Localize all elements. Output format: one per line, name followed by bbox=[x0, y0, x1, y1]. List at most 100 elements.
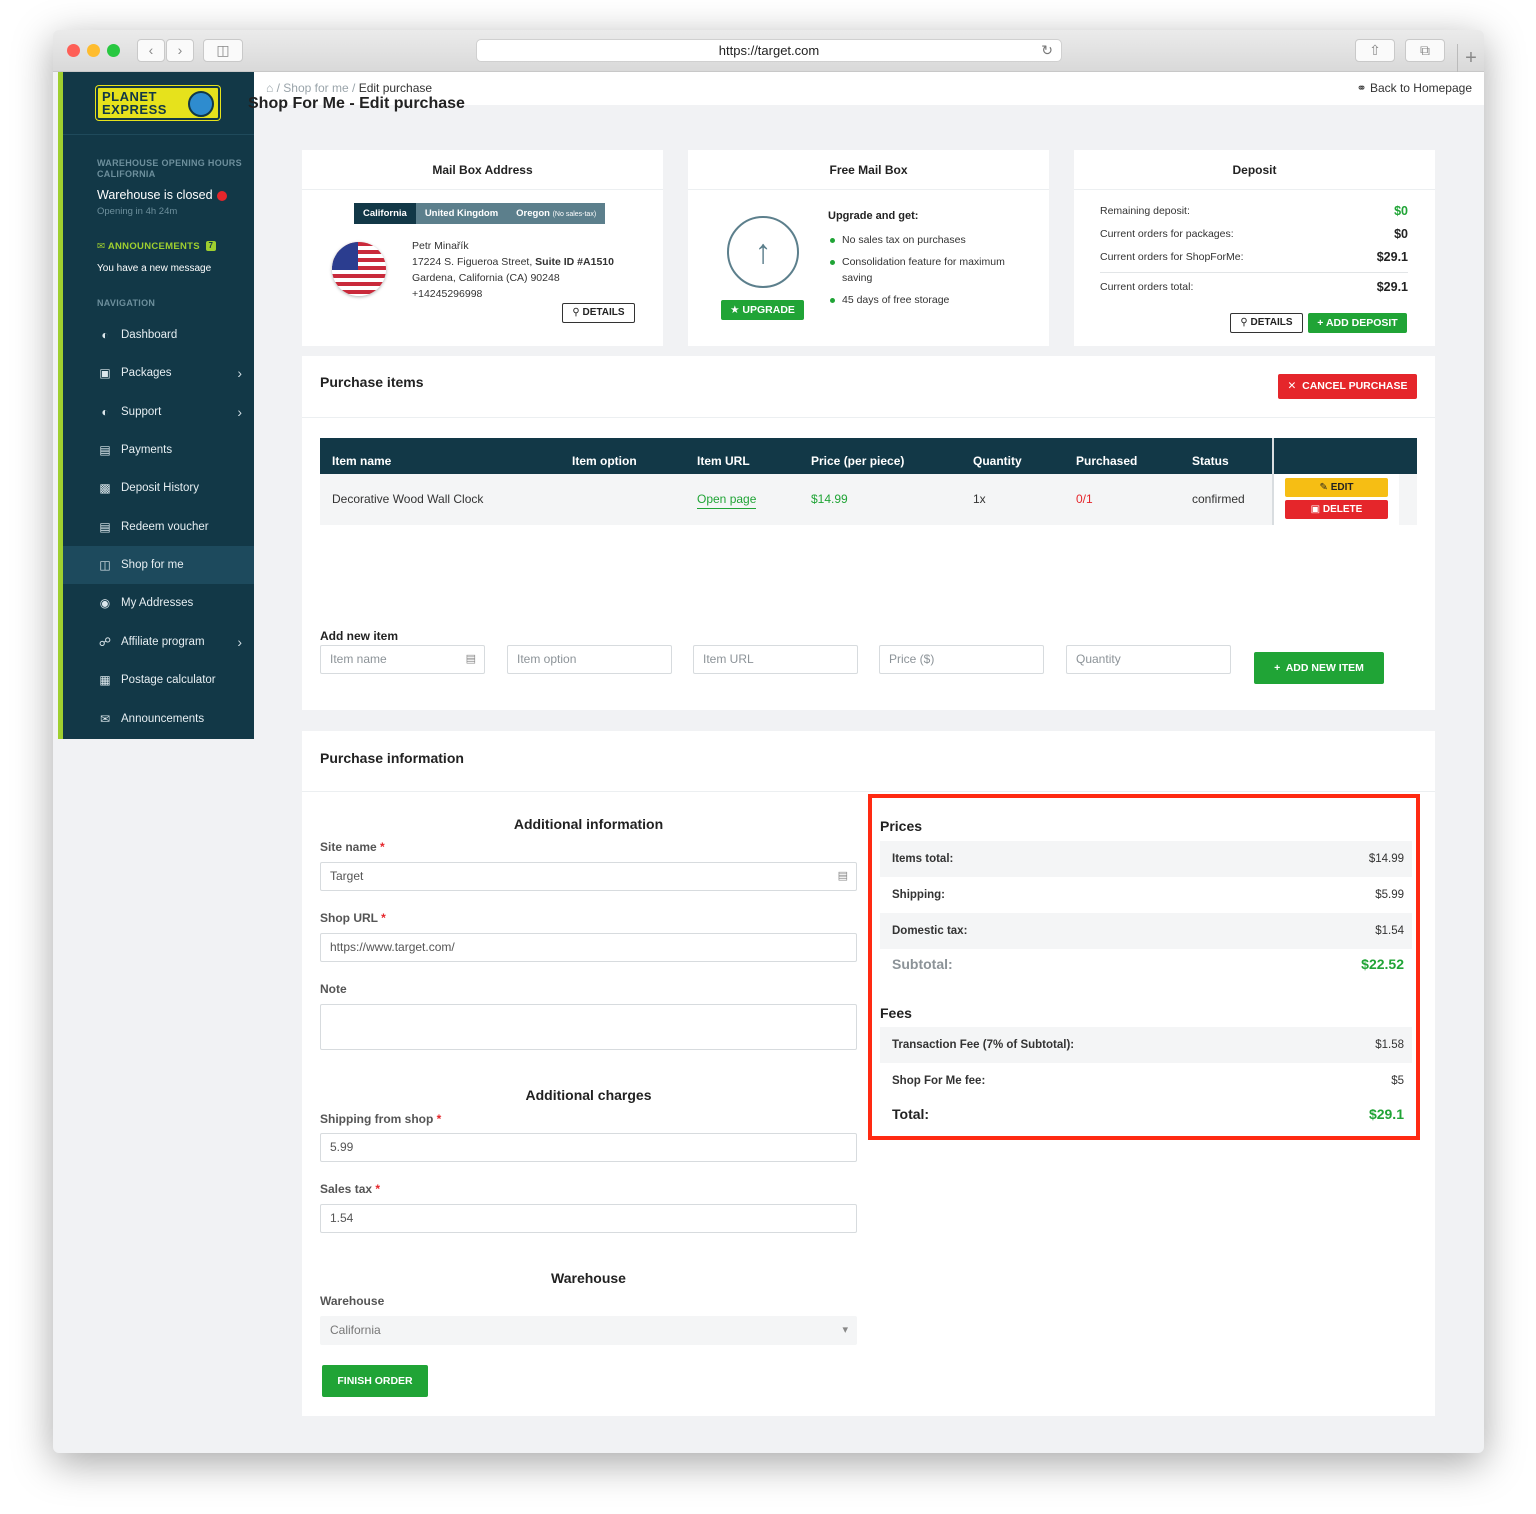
sidebar-item-my-addresses[interactable]: ◉ My Addresses bbox=[63, 584, 254, 622]
item-price-cell: $14.99 bbox=[811, 492, 848, 506]
mailbox-details-button[interactable]: ⚲ DETAILS bbox=[562, 303, 635, 323]
new-tab-icon[interactable]: + bbox=[1457, 44, 1484, 72]
sidebar-item-dashboard[interactable]: ◐ Dashboard bbox=[63, 316, 254, 354]
warehouse-heading: Warehouse bbox=[551, 1270, 626, 1286]
sidebar-item-packages[interactable]: ▣ Packages › bbox=[63, 354, 254, 392]
planet-express-logo[interactable]: PLANET EXPRESS bbox=[96, 86, 220, 120]
sidebar-item-announcements[interactable]: ✉ Announcements bbox=[63, 700, 254, 738]
sidebar-item-affiliate-program[interactable]: ☍ Affiliate program › bbox=[63, 623, 254, 661]
item-url-input[interactable]: Item URL bbox=[693, 645, 858, 674]
announcements-message[interactable]: You have a new message bbox=[97, 263, 211, 274]
globe-icon bbox=[188, 91, 214, 117]
section-divider bbox=[302, 791, 1435, 792]
announcements-heading[interactable]: ✉ ANNOUNCEMENTS 7 bbox=[97, 241, 216, 252]
breadcrumb: ⌂ / Shop for me / Edit purchase bbox=[266, 81, 433, 95]
edit-item-button[interactable]: ✎ EDIT bbox=[1285, 478, 1388, 497]
breadcrumb-shop-for-me[interactable]: Shop for me bbox=[283, 81, 348, 95]
add-new-item-button[interactable]: + ADD NEW ITEM bbox=[1254, 652, 1384, 684]
sidebar-toggle-icon[interactable]: ◫ bbox=[203, 39, 243, 62]
site-name-label: Site name * bbox=[320, 840, 385, 854]
close-window-button[interactable] bbox=[67, 44, 80, 57]
reload-icon[interactable]: ↻ bbox=[1041, 40, 1053, 61]
deposit-details-button[interactable]: ⚲ DETAILS bbox=[1230, 313, 1303, 333]
cancel-purchase-button[interactable]: ✕ CANCEL PURCHASE bbox=[1278, 374, 1417, 399]
domestic-tax-row: Domestic tax: $1.54 bbox=[880, 913, 1412, 949]
transaction-fee-row: Transaction Fee (7% of Subtotal): $1.58 bbox=[880, 1027, 1412, 1063]
shipping-from-shop-label: Shipping from shop * bbox=[320, 1112, 442, 1126]
shop-url-input[interactable]: https://www.target.com/ bbox=[320, 933, 857, 962]
zoom-window-button[interactable] bbox=[107, 44, 120, 57]
warehouse-label: Warehouse bbox=[320, 1294, 385, 1308]
warehouse-select[interactable]: California ▾ bbox=[320, 1316, 857, 1345]
page-title: Shop For Me - Edit purchase bbox=[248, 95, 465, 112]
site-name-input[interactable]: Target ▤ bbox=[320, 862, 857, 891]
chevron-right-icon: › bbox=[237, 365, 242, 381]
items-total-row: Items total: $14.99 bbox=[880, 841, 1412, 877]
warehouse-status: Warehouse is closed bbox=[97, 188, 227, 202]
fees-title: Fees bbox=[880, 1005, 912, 1021]
deposit-card: Deposit Remaining deposit: $0 Current ord… bbox=[1074, 150, 1435, 346]
additional-information-heading: Additional information bbox=[513, 816, 664, 832]
list-item: No sales tax on purchases bbox=[828, 232, 1033, 248]
sales-tax-input[interactable]: 1.54 bbox=[320, 1204, 857, 1233]
item-name-input[interactable]: Item name ▤ bbox=[320, 645, 485, 674]
home-icon[interactable]: ⌂ bbox=[266, 81, 273, 95]
open-page-link[interactable]: Open page bbox=[697, 474, 757, 525]
shop-url-label: Shop URL * bbox=[320, 911, 386, 925]
item-quantity-cell: 1x bbox=[973, 492, 986, 506]
sidebar-item-payments[interactable]: ▤ Payments bbox=[63, 431, 254, 469]
note-textarea[interactable] bbox=[320, 1004, 857, 1050]
items-table-header: Item name Item option Item URL Price (pe… bbox=[320, 438, 1417, 474]
item-option-input[interactable]: Item option bbox=[507, 645, 672, 674]
sidebar-item-redeem-voucher[interactable]: ▤ Redeem voucher bbox=[63, 508, 254, 546]
gauge-icon: ◐ bbox=[101, 405, 109, 419]
delete-item-button[interactable]: ▣ DELETE bbox=[1285, 500, 1388, 519]
search-icon: ⚲ bbox=[572, 307, 580, 318]
upgrade-button[interactable]: ★ UPGRADE bbox=[721, 300, 804, 320]
prices-summary: Prices Items total: $14.99 Shipping: $5.99… bbox=[868, 794, 1420, 1140]
back-to-homepage-link[interactable]: ⚭ Back to Homepage bbox=[1357, 81, 1472, 95]
gauge-icon: ◐ bbox=[101, 328, 109, 342]
calculator-icon: ▦ bbox=[99, 673, 111, 687]
star-icon: ★ bbox=[730, 304, 740, 316]
opening-countdown: Opening in 4h 24m bbox=[97, 206, 178, 217]
forward-arrow-icon[interactable]: › bbox=[166, 39, 194, 62]
share-icon[interactable]: ⇧ bbox=[1355, 39, 1395, 62]
sidebar-item-shop-for-me[interactable]: ◫ Shop for me bbox=[63, 546, 254, 584]
url-text: https://target.com bbox=[718, 43, 820, 58]
network-icon: ☍ bbox=[98, 635, 112, 649]
address-bar[interactable]: https://target.com ↻ bbox=[476, 39, 1062, 62]
free-mailbox-title: Free Mail Box bbox=[688, 150, 1049, 190]
deposit-row: Remaining deposit: $0 bbox=[1100, 204, 1408, 218]
sidebar-item-support[interactable]: ◐ Support › bbox=[63, 393, 254, 431]
sidebar-item-postage-calculator[interactable]: ▦ Postage calculator bbox=[63, 661, 254, 699]
trash-icon: ▣ bbox=[1310, 504, 1321, 515]
tabs-overview-icon[interactable]: ⧉ bbox=[1405, 39, 1445, 62]
minimize-window-button[interactable] bbox=[87, 44, 100, 57]
back-arrow-icon[interactable]: ‹ bbox=[137, 39, 165, 62]
deposit-row: Current orders for packages: $0 bbox=[1100, 227, 1408, 241]
list-item: Consolidation feature for maximum saving bbox=[828, 254, 1033, 286]
mailbox-title: Mail Box Address bbox=[302, 150, 663, 190]
tab-oregon[interactable]: Oregon (No sales-tax) bbox=[507, 203, 606, 224]
wallet-icon: ▩ bbox=[99, 481, 111, 495]
tab-united-kingdom[interactable]: United Kingdom bbox=[415, 203, 508, 224]
bag-icon: ◫ bbox=[99, 558, 111, 572]
autofill-icon: ▤ bbox=[837, 870, 848, 882]
row-actions: ✎ EDIT ▣ DELETE bbox=[1272, 438, 1399, 525]
subtotal-row: Subtotal: $22.52 bbox=[892, 956, 1404, 972]
mailbox-tabs: California United Kingdom Oregon (No sal… bbox=[354, 203, 606, 224]
tab-california[interactable]: California bbox=[354, 203, 416, 224]
purchase-items-card: Purchase items ✕ CANCEL PURCHASE Item na… bbox=[302, 356, 1435, 710]
item-price-input[interactable]: Price ($) bbox=[879, 645, 1044, 674]
plus-icon: + bbox=[1274, 662, 1281, 674]
add-deposit-button[interactable]: + ADD DEPOSIT bbox=[1308, 313, 1407, 333]
sidebar-item-deposit-history[interactable]: ▩ Deposit History bbox=[63, 469, 254, 507]
pin-icon: ◉ bbox=[99, 596, 111, 610]
deposit-divider bbox=[1100, 272, 1408, 273]
deposit-total-row: Current orders total: $29.1 bbox=[1100, 280, 1408, 294]
finish-order-button[interactable]: FINISH ORDER bbox=[322, 1365, 428, 1397]
item-quantity-input[interactable]: Quantity bbox=[1066, 645, 1231, 674]
total-row: Total: $29.1 bbox=[892, 1106, 1404, 1122]
shipping-from-shop-input[interactable]: 5.99 bbox=[320, 1133, 857, 1162]
